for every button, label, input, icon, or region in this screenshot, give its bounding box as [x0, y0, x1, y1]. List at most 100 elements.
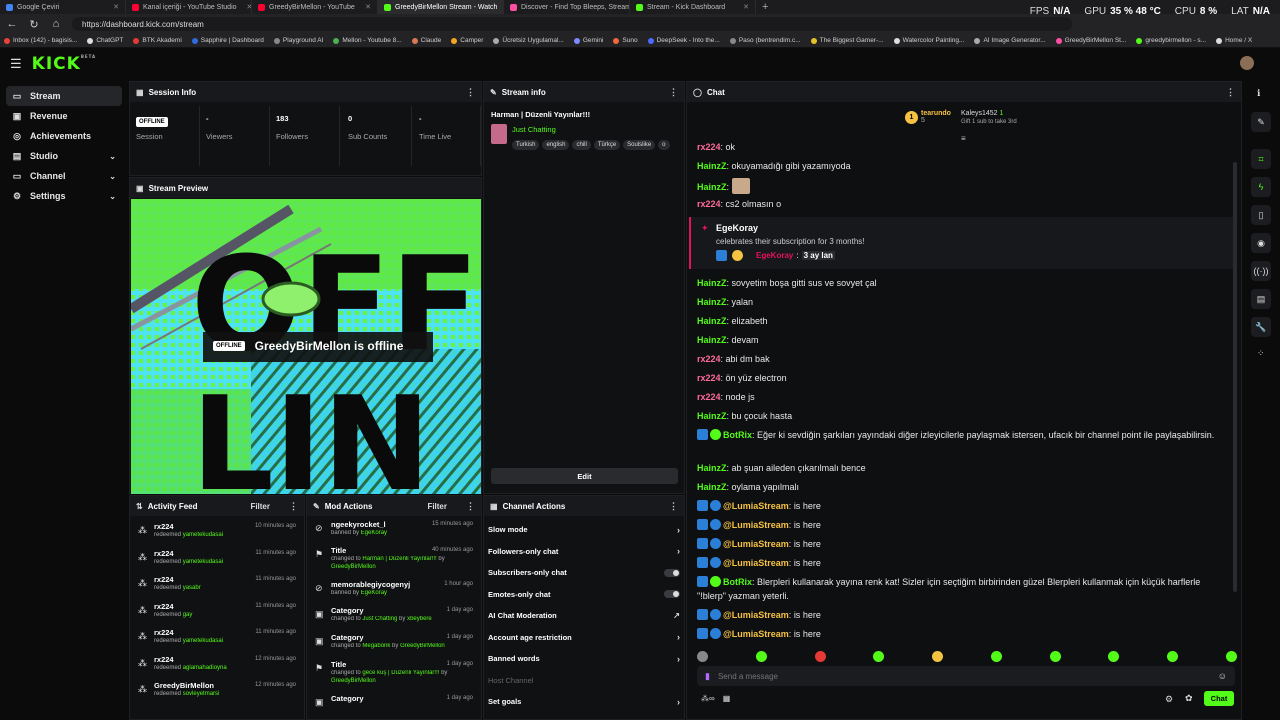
external-link-icon[interactable]: ↗: [673, 611, 680, 620]
emote-icon[interactable]: [1108, 650, 1120, 662]
stream-tag[interactable]: english: [542, 140, 570, 150]
emote-icon[interactable]: [873, 650, 885, 662]
kick-logo[interactable]: KICKBETA: [32, 54, 96, 74]
mic-icon[interactable]: ▮: [705, 671, 710, 682]
chat-username[interactable]: HainzZ: [697, 161, 727, 171]
chevron-right-icon[interactable]: ›: [677, 654, 680, 664]
stream-category[interactable]: Just Chatting: [512, 125, 556, 134]
channel-action-subscribers-only-chat[interactable]: Subscribers-only chat: [488, 562, 680, 583]
chat-username[interactable]: HainzZ: [697, 411, 727, 421]
chat-username[interactable]: HainzZ: [697, 316, 727, 326]
url-field[interactable]: https://dashboard.kick.com/stream: [72, 17, 1072, 31]
bookmark-item[interactable]: GreedyBirMellon St...: [1055, 37, 1126, 44]
chat-username[interactable]: HainzZ: [697, 463, 727, 473]
emote-icon[interactable]: [1049, 650, 1061, 662]
emote-icon[interactable]: [814, 650, 826, 662]
toggle-switch[interactable]: [664, 568, 680, 577]
menu-icon[interactable]: ☰: [10, 56, 22, 72]
emote-icon[interactable]: [932, 650, 944, 662]
save-icon[interactable]: ▤: [1251, 289, 1271, 309]
bookmark-item[interactable]: ChatGPT: [87, 37, 123, 44]
lightning-icon[interactable]: ϟ: [1251, 177, 1271, 197]
chat-tools-icon[interactable]: ✿: [1185, 693, 1193, 704]
activity-user[interactable]: rx224: [154, 655, 174, 664]
more-icon[interactable]: ⋮: [289, 501, 298, 512]
channel-action-emotes-only-chat[interactable]: Emotes-only chat: [488, 584, 680, 605]
chevron-down-icon[interactable]: ⌄: [109, 152, 116, 161]
chat-username[interactable]: @LumiaStream: [723, 539, 789, 549]
chat-username[interactable]: rx224: [697, 373, 721, 383]
browser-tab[interactable]: Stream - Kick Dashboard ✕: [630, 0, 756, 14]
chat-username[interactable]: @LumiaStream: [723, 558, 789, 568]
chat-username[interactable]: @LumiaStream: [723, 501, 789, 511]
pencil-icon[interactable]: ✎: [1251, 112, 1271, 132]
chat-icon[interactable]: ◉: [1251, 233, 1271, 253]
browser-tab[interactable]: GreedyBirMellon Stream - Watch✕: [378, 0, 504, 14]
more-icon[interactable]: ⋮: [669, 501, 678, 512]
close-icon[interactable]: ✕: [107, 3, 119, 11]
chat-username[interactable]: BotRix: [723, 430, 752, 440]
emote-icon[interactable]: [990, 650, 1002, 662]
activity-user[interactable]: rx224: [154, 522, 174, 531]
bookmark-item[interactable]: Suno: [613, 37, 638, 44]
chat-username[interactable]: @LumiaStream: [723, 520, 789, 530]
chat-username[interactable]: HainzZ: [697, 482, 727, 492]
chat-input[interactable]: ▮ ☺: [697, 666, 1235, 686]
chat-username[interactable]: rx224: [697, 354, 721, 364]
sidebar-item-channel[interactable]: ▭ Channel ⌄: [6, 166, 122, 186]
chevron-right-icon[interactable]: ›: [677, 525, 680, 535]
browser-tab[interactable]: Kanal içeriği - YouTube Studio ✕: [126, 0, 252, 14]
more-icon[interactable]: ⋮: [669, 87, 678, 98]
activity-user[interactable]: rx224: [154, 602, 174, 611]
close-icon[interactable]: ✕: [737, 3, 749, 11]
activity-user[interactable]: rx224: [154, 628, 174, 637]
calendar-icon[interactable]: ▦: [723, 694, 731, 703]
chevron-right-icon[interactable]: ›: [677, 632, 680, 642]
second-gifter[interactable]: Kaleys1452 1 Gift 1 sub to take 3rd: [961, 110, 1017, 125]
chat-username[interactable]: HainzZ: [697, 278, 727, 288]
mod-action-name[interactable]: Category: [331, 694, 364, 703]
reload-icon[interactable]: ↻: [28, 18, 40, 31]
emoji-icon[interactable]: ☺: [1218, 671, 1227, 681]
bookmark-item[interactable]: Ücretsiz Uygulamal...: [493, 37, 564, 44]
apps-icon[interactable]: ⁘: [1257, 348, 1265, 359]
clipboard-icon[interactable]: ▯: [1251, 205, 1271, 225]
bookmark-item[interactable]: Camper: [451, 37, 483, 44]
emote-icon[interactable]: [697, 650, 708, 662]
mod-action-name[interactable]: Category: [331, 606, 364, 615]
bookmark-item[interactable]: Mellon - Youtube 8...: [333, 37, 402, 44]
activity-user[interactable]: rx224: [154, 575, 174, 584]
browser-tab[interactable]: Discover - Find Top Bleeps, Stream✕: [504, 0, 630, 14]
channel-action-banned-words[interactable]: Banned words ›: [488, 648, 680, 669]
browser-tab[interactable]: Google Çeviri ✕: [0, 0, 126, 14]
user-avatar[interactable]: [1240, 56, 1254, 70]
channel-action-followers-only-chat[interactable]: Followers-only chat ›: [488, 541, 680, 562]
channel-action-host-channel[interactable]: Host Channel: [488, 670, 680, 691]
channel-action-set-goals[interactable]: Set goals ›: [488, 691, 680, 712]
bookmark-item[interactable]: Playground AI: [273, 37, 323, 44]
top-gifter[interactable]: 1 tearundo 5: [905, 110, 951, 124]
chevron-right-icon[interactable]: ›: [677, 546, 680, 556]
chat-message-field[interactable]: [717, 671, 1210, 681]
home-icon[interactable]: ⌂: [50, 18, 62, 30]
sidebar-item-revenue[interactable]: ▣ Revenue: [6, 106, 122, 126]
chat-scrollbar[interactable]: [1233, 162, 1237, 592]
sub-card-user[interactable]: EgeKoray: [716, 223, 758, 233]
sidebar-item-settings[interactable]: ⚙ Settings ⌄: [6, 186, 122, 206]
mod-action-name[interactable]: Title: [331, 546, 346, 555]
points-icon[interactable]: ⁂∞: [701, 694, 715, 703]
bookmark-item[interactable]: Gemini: [573, 37, 603, 44]
bookmark-item[interactable]: Home / X: [1216, 37, 1252, 44]
chat-username[interactable]: HainzZ: [697, 335, 727, 345]
bookmark-item[interactable]: Inbox (142) - bagisis...: [4, 37, 77, 44]
settings-gear-icon[interactable]: ⚙: [1165, 694, 1173, 705]
channel-action-slow-mode[interactable]: Slow mode ›: [488, 519, 680, 540]
stream-tag[interactable]: o: [658, 140, 670, 150]
stream-tag[interactable]: Türkçe: [593, 140, 621, 150]
chevron-right-icon[interactable]: ›: [677, 697, 680, 707]
bookmark-item[interactable]: Watercolor Painting...: [893, 37, 964, 44]
browser-tab[interactable]: GreedyBirMellon - YouTube ✕: [252, 0, 378, 14]
chat-send-button[interactable]: Chat: [1204, 691, 1234, 706]
chat-username[interactable]: rx224: [697, 142, 721, 152]
more-icon[interactable]: ⋮: [466, 501, 475, 512]
